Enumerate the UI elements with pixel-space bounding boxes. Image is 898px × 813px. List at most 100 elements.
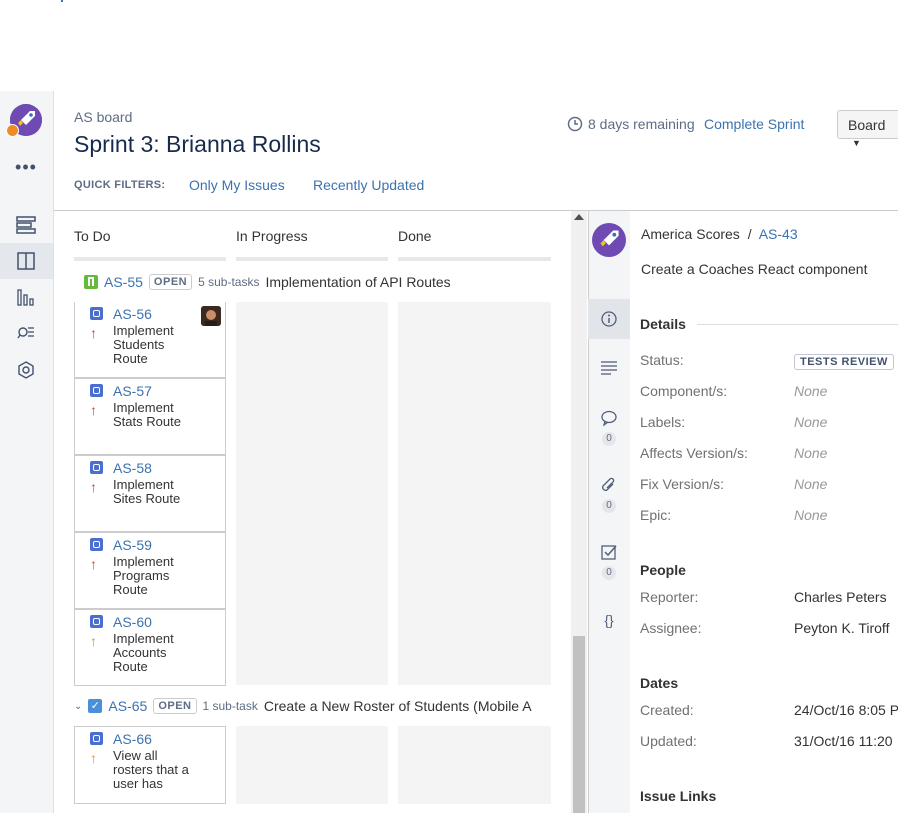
attachment-count: 0 [602, 499, 616, 513]
issue-card[interactable]: ↑ AS-59 Implement Programs Route [74, 532, 226, 609]
more-icon[interactable]: ••• [14, 155, 38, 179]
project-sidebar: ••• [0, 91, 54, 813]
project-name[interactable]: America Scores [641, 226, 740, 242]
assignee-value[interactable]: Peyton K. Tiroff [794, 620, 889, 636]
scroll-up-arrow[interactable] [574, 214, 584, 220]
breadcrumb-separator: / [747, 226, 752, 242]
chevron-down-icon[interactable]: ⌄ [74, 701, 82, 712]
detail-breadcrumb: America Scores / AS-43 [641, 226, 798, 242]
complete-sprint-link[interactable]: Complete Sprint [704, 116, 804, 132]
field-value-epic[interactable]: None [794, 507, 827, 523]
board-icon[interactable] [14, 249, 38, 273]
issue-card[interactable]: ↑ AS-57 Implement Stats Route [74, 378, 226, 455]
reports-icon[interactable] [14, 285, 38, 309]
dates-heading: Dates [640, 675, 679, 691]
status-lozenge[interactable]: TESTS REVIEW [794, 354, 894, 370]
filter-recently-updated[interactable]: Recently Updated [313, 177, 424, 193]
sprint-remaining: 8 days remaining [567, 116, 695, 132]
comment-icon[interactable] [599, 408, 619, 428]
project-avatar[interactable] [6, 104, 42, 137]
column-bar-in-progress [236, 257, 388, 261]
card-key[interactable]: AS-57 [113, 383, 152, 399]
card-summary: Implement Accounts Route [113, 631, 174, 674]
column-header-done: Done [398, 228, 432, 244]
info-icon[interactable] [599, 309, 619, 329]
issue-card[interactable]: ↑ AS-58 Implement Sites Route [74, 455, 226, 532]
sprint-title: Sprint 3: Brianna Rollins [74, 131, 321, 157]
field-value-labels[interactable]: None [794, 414, 827, 430]
subtask-icon [90, 461, 103, 474]
field-label-affects-versions: Affects Version/s: [640, 445, 748, 461]
swimlane-key[interactable]: AS-65 [108, 698, 147, 714]
attachment-icon[interactable] [599, 475, 619, 495]
settings-icon[interactable] [14, 358, 38, 382]
card-summary: Implement Stats Route [113, 400, 181, 429]
board-name[interactable]: AS board [74, 109, 132, 125]
issue-card[interactable]: ↑ AS-60 Implement Accounts Route [74, 609, 226, 686]
subtask-count-badge: 0 [602, 566, 616, 580]
scrollbar-thumb[interactable] [573, 636, 585, 813]
details-heading: Details [640, 316, 686, 332]
board-dropdown-button[interactable]: Board ▼ [837, 110, 898, 148]
status-badge: OPEN [153, 698, 197, 714]
swimlane-header-as-55[interactable]: AS-55 OPEN 5 sub-tasks Implementation of… [84, 274, 451, 290]
field-value-components[interactable]: None [794, 383, 827, 399]
card-key[interactable]: AS-59 [113, 537, 152, 553]
status-value: TESTS REVIEW [794, 352, 894, 370]
chevron-down-icon: ▼ [852, 138, 861, 148]
reporter-value[interactable]: Charles Peters [794, 589, 887, 605]
subtask-icon [90, 732, 103, 745]
assignee-avatar [201, 306, 221, 326]
lane-in-progress-2 [236, 726, 388, 804]
backlog-icon[interactable] [14, 213, 38, 237]
subtask-icon [90, 538, 103, 551]
issue-links-heading: Issue Links [640, 788, 717, 804]
field-label-components: Component/s: [640, 383, 728, 399]
field-value-affects-versions[interactable]: None [794, 445, 827, 461]
lane-done-2 [398, 726, 551, 804]
development-braces-icon[interactable]: {} [599, 610, 619, 630]
issue-card[interactable]: ↑ AS-66 View all rosters that a user has [74, 726, 226, 804]
issue-key-link[interactable]: AS-43 [759, 226, 798, 242]
comment-count: 0 [602, 432, 616, 446]
subtask-count: 1 sub-task [202, 699, 258, 713]
card-key[interactable]: AS-58 [113, 460, 152, 476]
issue-card[interactable]: ↑ AS-56 Implement Students Route [74, 302, 226, 378]
header-divider [54, 210, 898, 211]
field-label-updated: Updated: [640, 733, 697, 749]
description-icon[interactable] [599, 358, 619, 378]
quick-filters-label: QUICK FILTERS: [74, 179, 166, 191]
card-key[interactable]: AS-56 [113, 306, 152, 322]
issues-search-icon[interactable] [14, 321, 38, 345]
board-button-label: Board [848, 117, 886, 133]
priority-high-icon: ↑ [90, 556, 97, 572]
card-summary: View all rosters that a user has [113, 748, 189, 791]
swimlane-key[interactable]: AS-55 [104, 274, 143, 290]
lane-done [398, 302, 551, 685]
updated-value: 31/Oct/16 11:20 [794, 733, 893, 749]
field-label-labels: Labels: [640, 414, 686, 430]
subtask-icon [90, 307, 103, 320]
column-header-in-progress: In Progress [236, 228, 308, 244]
clock-icon [567, 116, 583, 132]
subtasks-checklist-icon[interactable] [599, 542, 619, 562]
filter-only-my-issues[interactable]: Only My Issues [189, 177, 285, 193]
swimlane-header-as-65[interactable]: ⌄ ✓ AS-65 OPEN 1 sub-task Create a New R… [74, 698, 532, 714]
card-summary: Implement Programs Route [113, 554, 174, 597]
stray-dot [61, 0, 63, 2]
details-divider [697, 324, 898, 325]
task-icon: ✓ [88, 699, 103, 713]
column-bar-done [398, 257, 551, 261]
lane-in-progress [236, 302, 388, 685]
column-bar-todo [74, 257, 226, 261]
status-badge: OPEN [148, 274, 193, 290]
field-value-fix-versions[interactable]: None [794, 476, 827, 492]
card-key[interactable]: AS-60 [113, 614, 152, 630]
project-type-badge [6, 124, 19, 137]
priority-high-icon: ↑ [90, 479, 97, 495]
subtask-count: 5 sub-tasks [198, 275, 260, 289]
priority-high-icon: ↑ [90, 402, 97, 418]
created-value: 24/Oct/16 8:05 P [794, 702, 898, 718]
card-key[interactable]: AS-66 [113, 731, 152, 747]
column-header-todo: To Do [74, 228, 111, 244]
